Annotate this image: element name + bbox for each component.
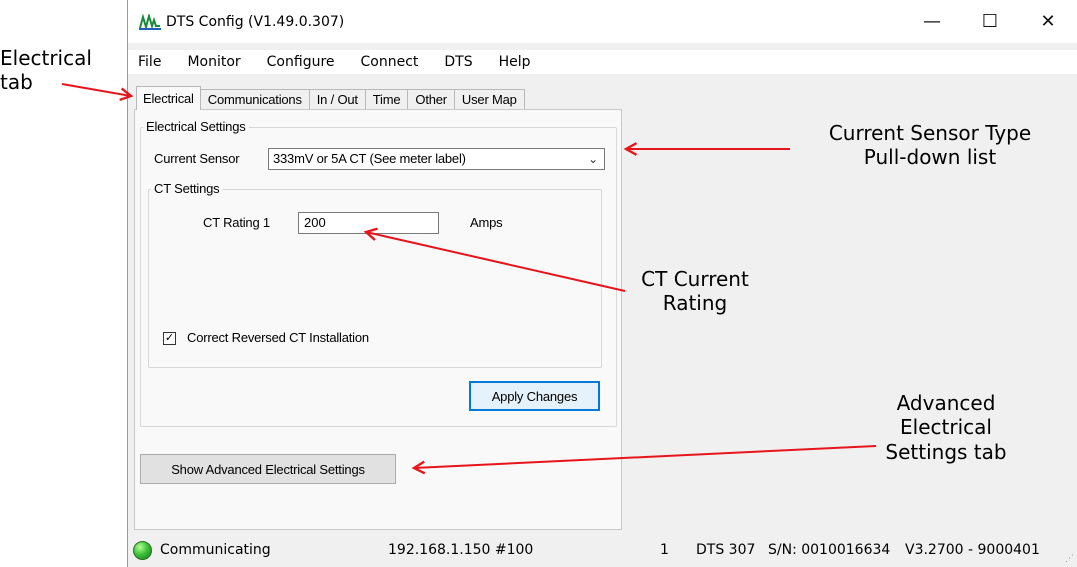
ct-settings-title: CT Settings <box>151 181 223 196</box>
annotation-line: Current Sensor Type <box>828 121 1032 145</box>
window-controls: — ☐ ✕ <box>903 0 1077 43</box>
reversed-ct-checkbox[interactable]: ✓ <box>163 332 176 345</box>
menu-configure[interactable]: Configure <box>254 50 348 74</box>
app-window: DTS Config (V1.49.0.307) — ☐ ✕ File Moni… <box>127 0 1077 567</box>
menu-monitor[interactable]: Monitor <box>174 50 253 74</box>
status-bar: Communicating 192.168.1.150 #100 1 DTS 3… <box>128 535 1077 567</box>
annotation-line: Pull-down list <box>863 145 997 170</box>
tab-user-map[interactable]: User Map <box>453 89 525 110</box>
ct-rating-input[interactable]: 200 <box>298 212 439 234</box>
tab-strip: Electrical Communications In / Out Time … <box>136 86 525 110</box>
dts-logo-icon <box>139 13 161 30</box>
tab-communications[interactable]: Communications <box>199 89 310 110</box>
annotation-line: Electrical <box>900 415 992 440</box>
current-sensor-value: 333mV or 5A CT (See meter label) <box>273 151 466 166</box>
maximize-button[interactable]: ☐ <box>961 0 1019 43</box>
tab-electrical[interactable]: Electrical <box>136 86 201 110</box>
current-sensor-label: Current Sensor <box>154 151 240 166</box>
annotation-line: Electrical <box>0 46 92 70</box>
status-led-icon <box>133 541 152 560</box>
annotation-electrical-tab: Electrical tab <box>0 46 92 95</box>
electrical-settings-group: Electrical Settings Current Sensor 333mV… <box>140 119 617 427</box>
minimize-button[interactable]: — <box>903 0 961 43</box>
ct-rating-label: CT Rating 1 <box>203 215 270 230</box>
electrical-settings-title: Electrical Settings <box>143 119 249 134</box>
menu-bar: File Monitor Configure Connect DTS Help <box>128 50 1077 74</box>
menu-connect[interactable]: Connect <box>348 50 432 74</box>
menu-dts[interactable]: DTS <box>431 50 485 74</box>
tab-other[interactable]: Other <box>407 89 455 110</box>
menu-file[interactable]: File <box>128 50 174 74</box>
chevron-down-icon: ⌄ <box>588 152 598 166</box>
status-serial: S/N: 0010016634 <box>768 542 891 558</box>
status-address: 192.168.1.150 #100 <box>388 542 534 558</box>
ct-rating-unit: Amps <box>470 215 503 230</box>
resize-grip-icon[interactable]: ⋰ <box>1065 554 1074 564</box>
reversed-ct-label: Correct Reversed CT Installation <box>187 330 369 345</box>
status-device: DTS 307 <box>696 542 756 558</box>
annotation-ct-rating: CT Current Rating <box>610 267 780 316</box>
apply-changes-button[interactable]: Apply Changes <box>469 381 600 411</box>
show-advanced-electrical-settings-button[interactable]: Show Advanced Electrical Settings <box>140 454 396 484</box>
title-bar: DTS Config (V1.49.0.307) — ☐ ✕ <box>128 0 1077 43</box>
annotation-line: Rating <box>662 291 728 316</box>
annotation-advanced: Advanced Electrical Settings tab <box>846 391 1046 464</box>
status-count: 1 <box>660 542 669 558</box>
annotation-line: Settings tab <box>885 439 1007 464</box>
status-state: Communicating <box>160 542 271 558</box>
status-version: V3.2700 - 9000401 <box>905 542 1040 558</box>
window-title: DTS Config (V1.49.0.307) <box>166 13 345 30</box>
tab-time[interactable]: Time <box>364 89 409 110</box>
annotation-line: CT Current <box>641 267 749 291</box>
menu-help[interactable]: Help <box>486 50 544 74</box>
tab-in-out[interactable]: In / Out <box>308 89 366 110</box>
annotation-line: tab <box>0 70 33 95</box>
annotation-current-sensor: Current Sensor Type Pull-down list <box>800 121 1060 170</box>
current-sensor-select[interactable]: 333mV or 5A CT (See meter label) ⌄ <box>268 148 605 170</box>
ct-settings-group: CT Settings CT Rating 1 200 Amps ✓ Corre… <box>148 181 602 368</box>
annotation-line: Advanced <box>896 391 996 415</box>
close-button[interactable]: ✕ <box>1019 0 1077 43</box>
electrical-tab-panel: Electrical Settings Current Sensor 333mV… <box>134 109 622 530</box>
